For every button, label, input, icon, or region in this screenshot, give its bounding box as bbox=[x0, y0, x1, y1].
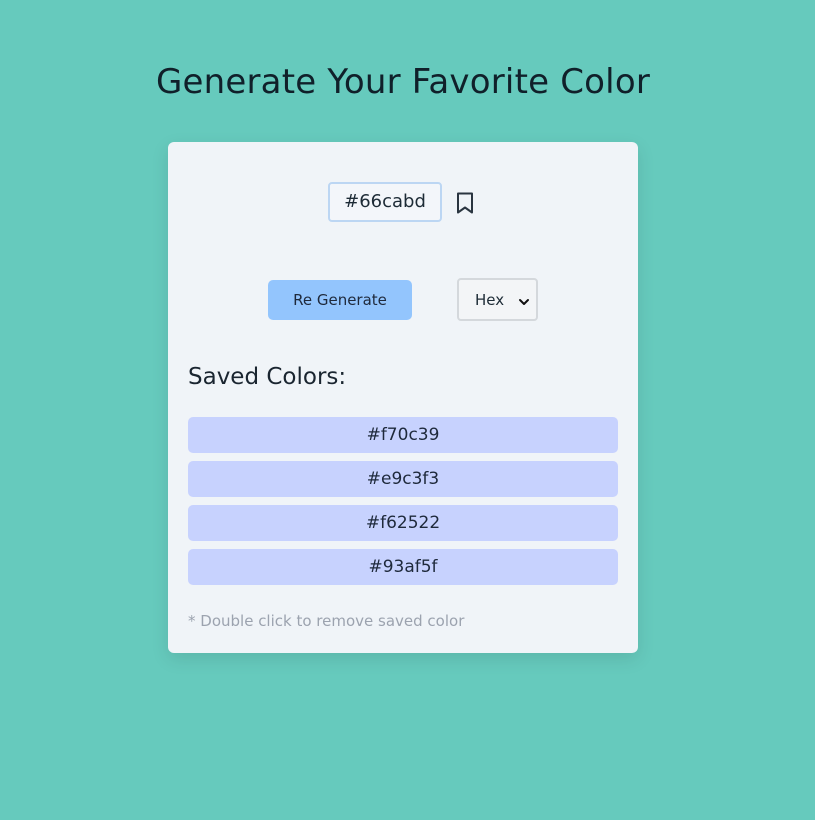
bookmark-icon[interactable] bbox=[455, 191, 475, 215]
format-select[interactable]: Hex bbox=[457, 278, 538, 321]
saved-color-item[interactable]: #93af5f bbox=[188, 549, 618, 585]
saved-color-item[interactable]: #f62522 bbox=[188, 505, 618, 541]
chevron-down-icon bbox=[518, 293, 530, 305]
saved-color-item[interactable]: #f70c39 bbox=[188, 417, 618, 453]
color-generator-card: #66cabd Re Generate Hex Saved Colors: #f… bbox=[168, 142, 638, 653]
regenerate-button[interactable]: Re Generate bbox=[268, 280, 412, 320]
format-select-value: Hex bbox=[475, 291, 505, 309]
saved-colors-heading: Saved Colors: bbox=[188, 364, 347, 390]
page-title: Generate Your Favorite Color bbox=[155, 62, 651, 102]
remove-hint: * Double click to remove saved color bbox=[188, 612, 465, 630]
saved-color-item[interactable]: #e9c3f3 bbox=[188, 461, 618, 497]
color-value-field[interactable]: #66cabd bbox=[328, 182, 442, 222]
saved-colors-list: #f70c39 #e9c3f3 #f62522 #93af5f bbox=[188, 417, 618, 593]
